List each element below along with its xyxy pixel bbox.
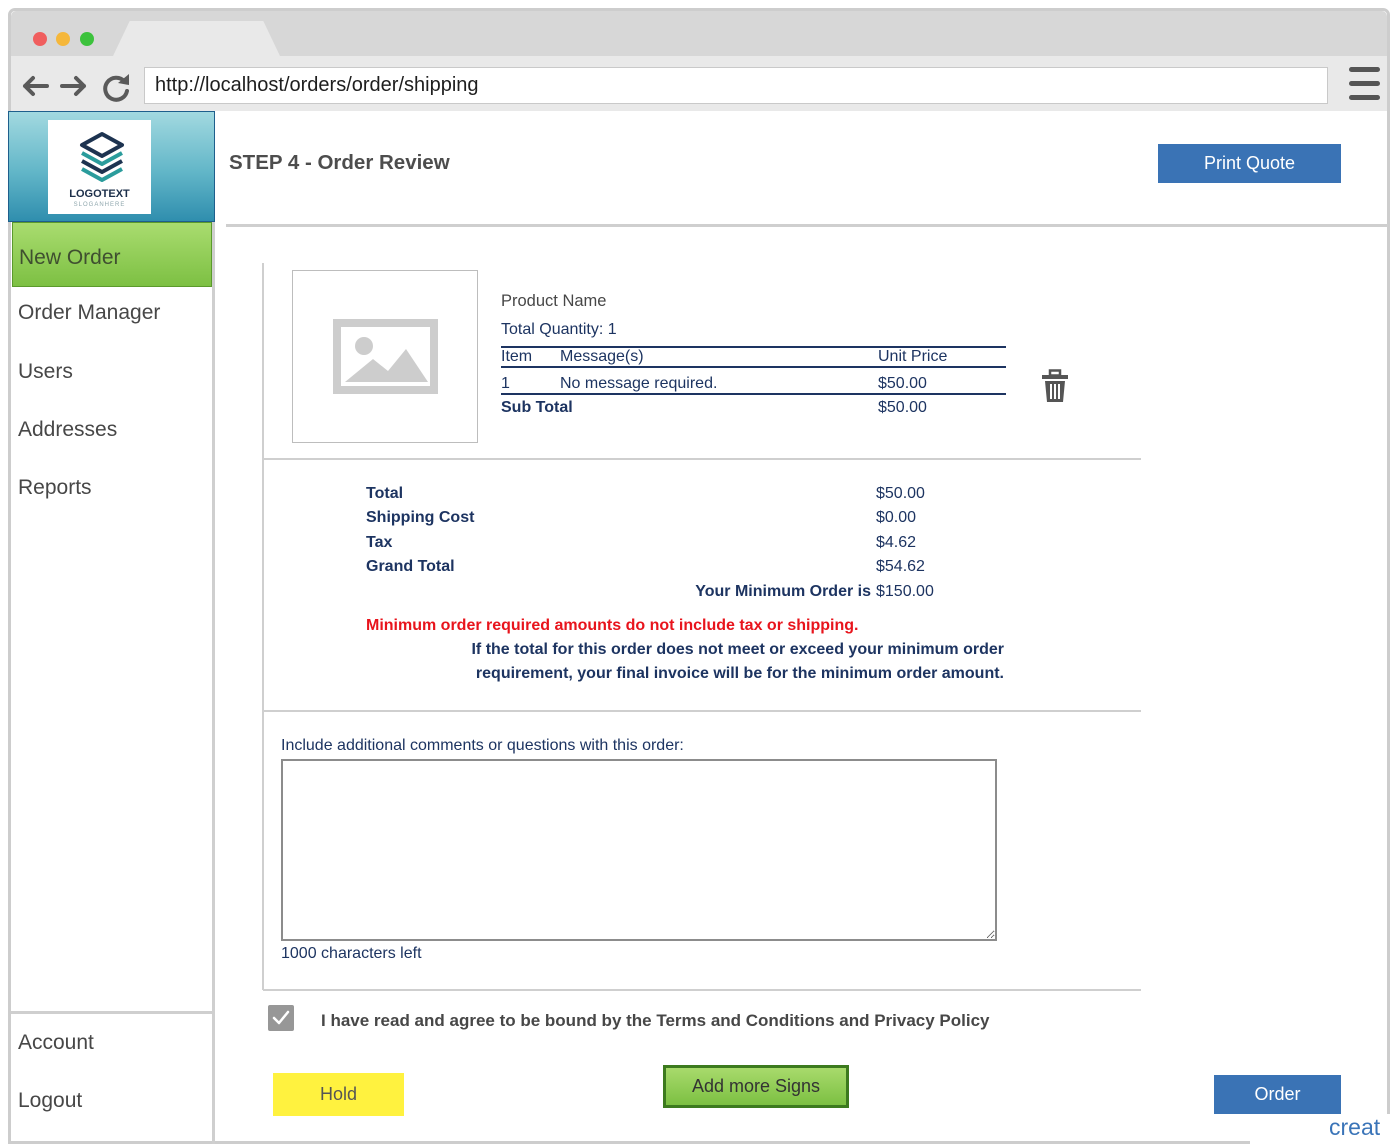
terms-label: I have read and agree to be bound by the… — [321, 1011, 990, 1030]
address-bar-input[interactable] — [144, 67, 1328, 104]
table-cell-message: No message required. — [560, 375, 718, 392]
sidebar-item-reports[interactable]: Reports — [12, 463, 212, 513]
sidebar-divider — [11, 1011, 213, 1014]
hamburger-menu-icon[interactable] — [1349, 67, 1380, 72]
minimum-order-notice-line-2: requirement, your final invoice will be … — [475, 665, 1004, 682]
sidebar-border — [212, 111, 215, 1144]
hamburger-menu-icon-bar[interactable] — [1349, 95, 1380, 100]
product-name: Product Name — [501, 292, 607, 310]
sidebar-item-new-order[interactable]: New Order — [12, 222, 212, 287]
total-quantity: Total Quantity: 1 — [501, 321, 617, 338]
table-header-line — [501, 366, 1006, 368]
table-header-item: Item — [501, 348, 533, 365]
page-title: STEP 4 - Order Review — [229, 151, 450, 174]
totals-label-tax: Tax — [366, 534, 393, 551]
table-cell-unit-price: $50.00 — [878, 375, 927, 392]
totals-label-grand-total: Grand Total — [366, 558, 455, 575]
comments-label: Include additional comments or questions… — [281, 737, 684, 754]
logo-icon — [80, 132, 124, 182]
page: LOGOTEXT SLOGANHERE New Order Order Mana… — [0, 0, 1392, 1144]
section-divider — [263, 989, 1141, 991]
add-more-signs-button[interactable]: Add more Signs — [663, 1065, 849, 1108]
print-quote-button[interactable]: Print Quote — [1158, 144, 1341, 183]
browser-tab[interactable] — [113, 21, 280, 56]
totals-value-grand-total: $54.62 — [876, 558, 925, 575]
subtotal-label: Sub Total — [501, 399, 573, 416]
totals-label-shipping: Shipping Cost — [366, 509, 475, 526]
comments-textarea[interactable] — [281, 759, 997, 941]
section-divider — [263, 458, 1141, 460]
trash-icon[interactable] — [1040, 369, 1070, 403]
header-divider — [226, 224, 1388, 227]
image-placeholder-icon — [333, 319, 438, 394]
checkmark-icon — [272, 1010, 290, 1025]
sidebar-item-account[interactable]: Account — [12, 1018, 212, 1068]
sidebar-item-addresses[interactable]: Addresses — [12, 405, 212, 455]
totals-label-total: Total — [366, 485, 404, 502]
sidebar-item-users[interactable]: Users — [12, 347, 212, 397]
order-button[interactable]: Order — [1214, 1075, 1341, 1114]
logo-text: LOGOTEXT — [69, 188, 130, 200]
minimum-order-notice-line-1: If the total for this order does not mee… — [471, 641, 1004, 658]
watermark-logo: creat — [1329, 1114, 1381, 1140]
minimum-order-warning: Minimum order required amounts do not in… — [366, 617, 859, 634]
terms-checkbox[interactable] — [268, 1005, 294, 1031]
forward-arrow-icon[interactable] — [59, 74, 89, 98]
minimum-order-label: Your Minimum Order is — [695, 583, 871, 600]
table-cell-item: 1 — [501, 375, 510, 392]
totals-value-shipping: $0.00 — [876, 509, 917, 526]
window-minimize-button[interactable] — [56, 32, 70, 46]
table-row-line — [501, 393, 1006, 395]
sidebar-item-logout[interactable]: Logout — [12, 1076, 212, 1126]
window-close-button[interactable] — [33, 32, 47, 46]
table-header-unit-price: Unit Price — [878, 348, 948, 365]
totals-value-total: $50.00 — [876, 485, 925, 502]
content-left-border — [262, 263, 264, 990]
section-divider — [263, 710, 1141, 712]
hamburger-menu-icon-bar[interactable] — [1349, 81, 1380, 86]
sidebar-item-order-manager[interactable]: Order Manager — [12, 288, 212, 338]
table-header-messages: Message(s) — [560, 348, 644, 365]
logo-slogan: SLOGANHERE — [73, 202, 126, 208]
back-arrow-icon[interactable] — [20, 74, 50, 98]
hold-button[interactable]: Hold — [273, 1073, 404, 1116]
characters-left-counter: 1000 characters left — [281, 945, 422, 962]
subtotal-value: $50.00 — [878, 399, 927, 416]
refresh-icon[interactable] — [100, 72, 132, 102]
window-maximize-button[interactable] — [80, 32, 94, 46]
minimum-order-value: $150.00 — [876, 583, 934, 600]
totals-value-tax: $4.62 — [876, 534, 917, 551]
